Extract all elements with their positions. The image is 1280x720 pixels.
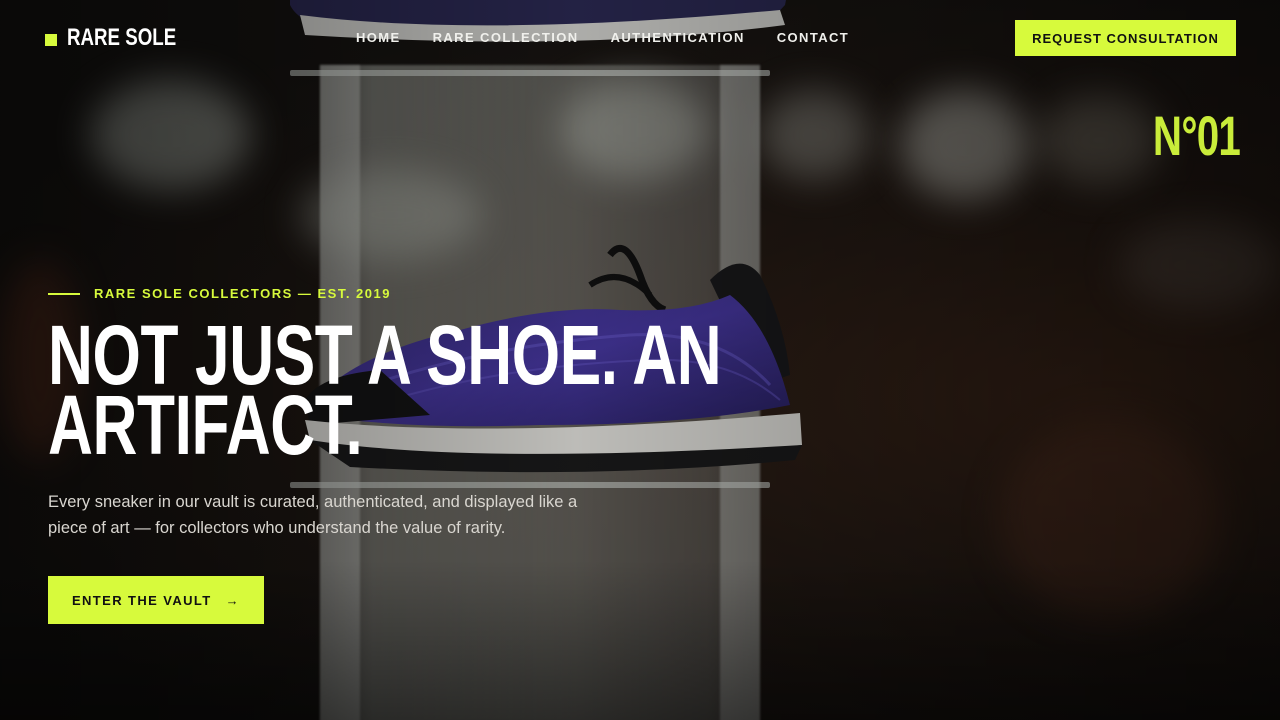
enter-the-vault-button[interactable]: ENTER THE VAULT → [48,576,264,624]
slide-number: N°01 [1152,104,1241,167]
nav-item-authentication[interactable]: AUTHENTICATION [611,30,745,45]
main-nav: HOME RARE COLLECTION AUTHENTICATION CONT… [356,30,849,45]
enter-the-vault-label: ENTER THE VAULT [71,592,212,608]
brand-logo[interactable]: RARE SOLE [45,24,207,52]
nav-item-home[interactable]: HOME [356,30,401,45]
request-consultation-button[interactable]: REQUEST CONSULTATION [1015,20,1236,56]
hero-eyebrow: RARE SOLE COLLECTORS — EST. 2019 [48,286,391,301]
nav-item-contact[interactable]: CONTACT [777,30,849,45]
brand-name: RARE SOLE [67,24,177,51]
eyebrow-text: RARE SOLE COLLECTORS — EST. 2019 [94,286,391,301]
arrow-right-icon: → [225,592,241,608]
site-header: RARE SOLE HOME RARE COLLECTION AUTHENTIC… [0,0,1280,76]
hero-headline: NOT JUST A SHOE. AN ARTIFACT. [48,313,722,467]
logo-square-icon [45,34,57,46]
nav-item-rare-collection[interactable]: RARE COLLECTION [433,30,579,45]
eyebrow-divider [48,292,80,295]
hero-description: Every sneaker in our vault is curated, a… [48,493,578,537]
